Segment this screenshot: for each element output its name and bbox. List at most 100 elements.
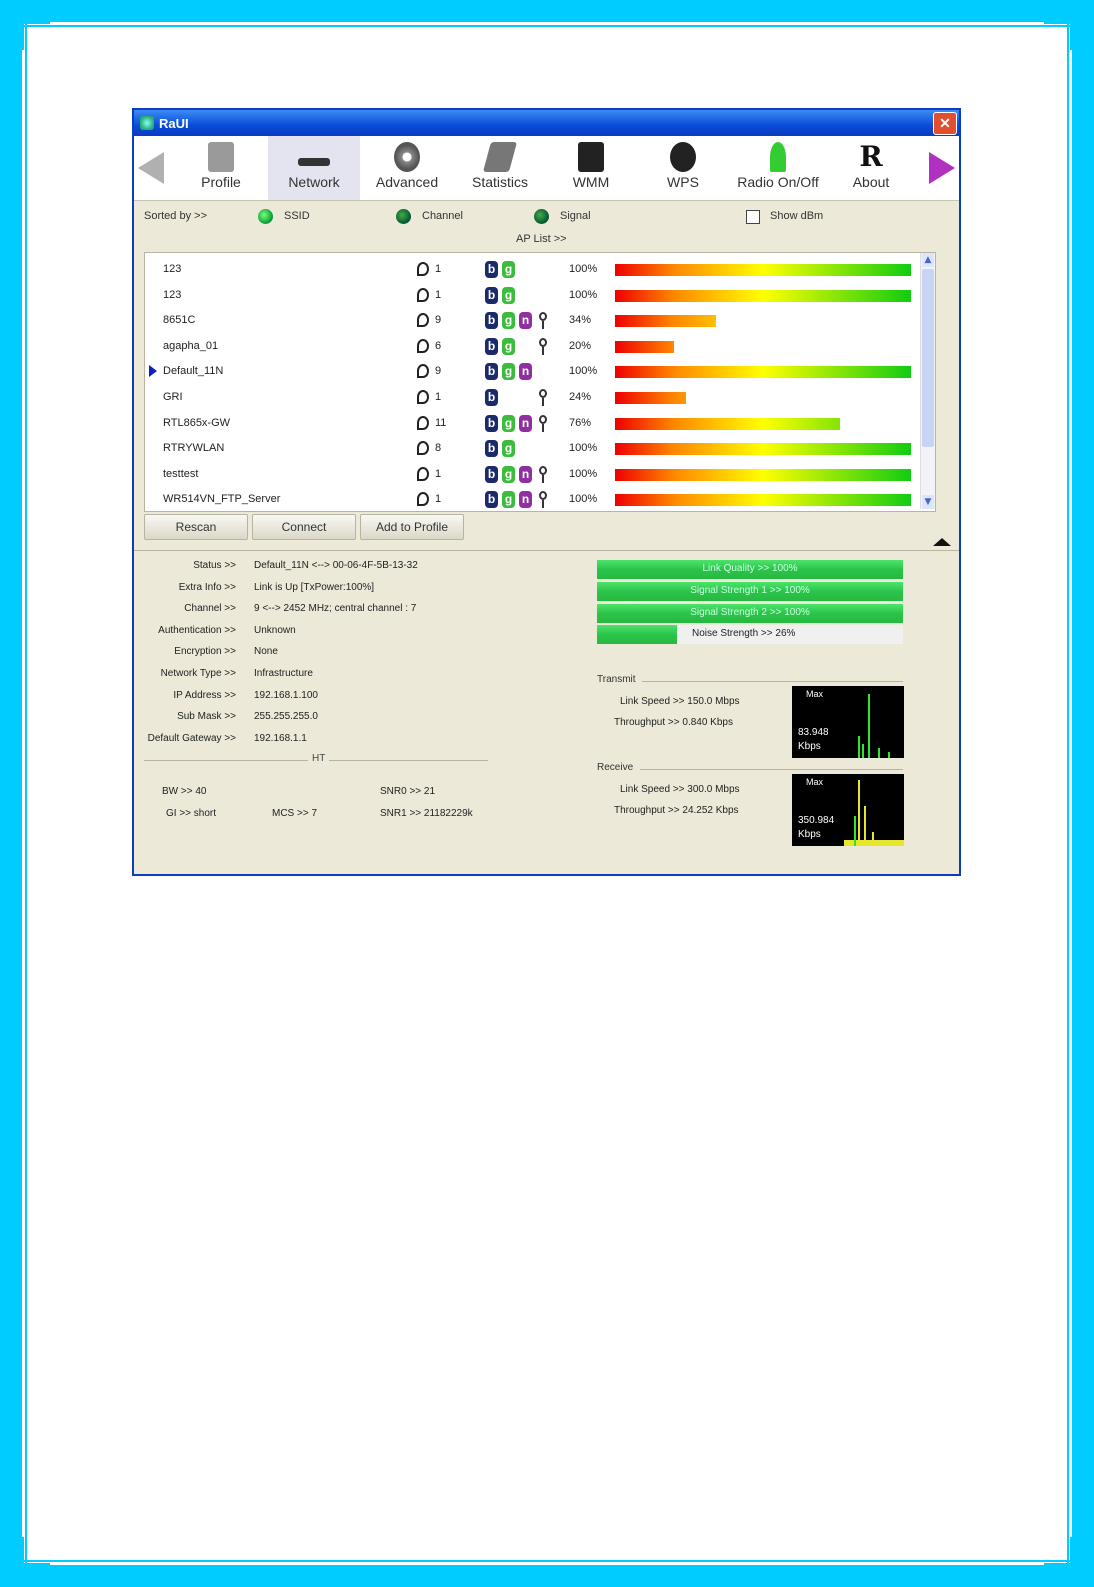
ht-mcs: MCS >> 7 [272, 808, 318, 819]
ap-ssid: WR514VN_FTP_Server [163, 493, 281, 505]
mode-b-badge: b [485, 287, 498, 304]
ap-row[interactable]: RTRYWLAN 8 b g 100% [145, 436, 921, 461]
ap-row[interactable]: Default_11N 9 b g n 100% [145, 359, 921, 384]
quality-meter: Link Quality >> 100% [597, 560, 903, 579]
frame-edge [1072, 50, 1094, 1537]
app-icon [140, 116, 154, 130]
title-bar[interactable]: RaUI ✕ [134, 110, 959, 136]
ap-list[interactable]: 123 1 b g 100% 123 1 b g 100% 8651C 9 b g n 34% agapha_0… [144, 252, 936, 512]
mode-b-badge: b [485, 338, 498, 355]
back-arrow-icon[interactable] [138, 152, 164, 184]
signal-bar [615, 264, 911, 276]
toolbar-label: WPS [667, 174, 699, 190]
scroll-down-icon[interactable]: ▼ [922, 495, 934, 509]
status-key: Channel >> [184, 603, 236, 614]
status-row: Authentication >> Unknown [140, 625, 470, 641]
signal-bar [615, 418, 840, 430]
toolbar: Profile Network Advanced Statistics WMM … [134, 136, 959, 201]
signal-bar [615, 315, 716, 327]
graph-max-label: Max [806, 689, 824, 699]
toolbar-statistics[interactable]: Statistics [454, 136, 546, 200]
signal-bar [615, 443, 911, 455]
ap-list-label: AP List >> [516, 233, 567, 245]
ap-list-scrollbar[interactable]: ▲ ▼ [920, 253, 935, 509]
scroll-up-icon[interactable]: ▲ [922, 253, 934, 267]
toolbar-about[interactable]: R About [834, 136, 908, 200]
status-value: 192.168.1.100 [254, 690, 318, 701]
lock-icon [539, 415, 547, 432]
toolbar-wps[interactable]: WPS [640, 136, 726, 200]
status-row: Default Gateway >> 192.168.1.1 [140, 733, 470, 749]
lock-icon [539, 389, 547, 406]
channel-label: Channel [422, 210, 463, 222]
meter-label: Signal Strength 2 >> 100% [690, 607, 810, 618]
ap-row[interactable]: agapha_01 6 b g 20% [145, 334, 921, 359]
receive-divider [640, 769, 903, 770]
toolbar-advanced[interactable]: Advanced [362, 136, 452, 200]
statistics-icon [482, 142, 518, 172]
ht-bw: BW >> 40 [162, 786, 207, 797]
signal-label: Signal [560, 210, 591, 222]
signal-bar [615, 469, 911, 481]
mode-b-badge: b [485, 389, 498, 406]
transmit-graph: Max 83.948 Kbps [792, 686, 904, 758]
close-button[interactable]: ✕ [933, 112, 957, 135]
frame-line [22, 25, 1072, 27]
graph-spike [844, 840, 904, 846]
mode-b-badge: b [485, 363, 498, 380]
mode-b-badge: b [485, 466, 498, 483]
status-value: Infrastructure [254, 668, 313, 679]
ap-ssid: GRI [163, 391, 183, 403]
scroll-thumb[interactable] [922, 269, 934, 447]
status-row: Extra Info >> Link is Up [TxPower:100%] [140, 582, 470, 598]
add-to-profile-button[interactable]: Add to Profile [360, 514, 464, 540]
toolbar-wmm[interactable]: WMM [548, 136, 634, 200]
ap-channel: 9 [435, 365, 442, 377]
window-title: RaUI [159, 115, 189, 131]
toolbar-radio[interactable]: Radio On/Off [728, 136, 828, 200]
rescan-button[interactable]: Rescan [144, 514, 248, 540]
status-key: Encryption >> [174, 646, 236, 657]
channel-radio[interactable] [396, 209, 411, 224]
connect-button[interactable]: Connect [252, 514, 356, 540]
ap-channel: 1 [435, 263, 442, 275]
toolbar-profile[interactable]: Profile [178, 136, 264, 200]
signal-bar [615, 366, 911, 378]
ap-channel: 1 [435, 493, 442, 505]
ap-row[interactable]: 123 1 b g 100% [145, 283, 921, 308]
ap-channel: 1 [435, 289, 442, 301]
ap-row[interactable]: GRI 1 b 24% [145, 385, 921, 410]
show-dbm-checkbox[interactable] [746, 210, 760, 224]
graph-spike [858, 780, 860, 846]
wmm-icon [578, 142, 604, 172]
show-dbm-label: Show dBm [770, 210, 824, 222]
forward-arrow-icon[interactable] [929, 152, 955, 184]
ap-channel: 8 [435, 442, 442, 454]
ht-label: HT [308, 753, 330, 764]
gear-icon [394, 142, 420, 172]
meter-label: Signal Strength 1 >> 100% [690, 585, 810, 596]
mode-b-badge: b [485, 491, 498, 508]
mode-n-badge: n [519, 466, 532, 483]
status-value: Default_11N <--> 00-06-4F-5B-13-32 [254, 560, 418, 571]
ap-row[interactable]: 123 1 b g 100% [145, 257, 921, 282]
transmit-link-speed: Link Speed >> 150.0 Mbps [620, 696, 740, 707]
collapse-arrow-icon[interactable] [933, 538, 951, 546]
ssid-radio[interactable] [258, 209, 273, 224]
ap-row[interactable]: WR514VN_FTP_Server 1 b g n 100% [145, 487, 921, 512]
channel-icon [417, 262, 429, 276]
ap-ssid: RTRYWLAN [163, 442, 225, 454]
frame-line [25, 22, 27, 1565]
graph-spike [872, 832, 874, 846]
toolbar-network[interactable]: Network [268, 136, 360, 200]
graph-spike [862, 744, 864, 758]
ap-channel: 11 [435, 417, 447, 429]
ap-row[interactable]: RTL865x-GW 11 b g n 76% [145, 411, 921, 436]
ap-row[interactable]: 8651C 9 b g n 34% [145, 308, 921, 333]
ap-signal-percent: 20% [569, 340, 592, 352]
channel-icon [417, 339, 429, 353]
signal-radio[interactable] [534, 209, 549, 224]
signal-bar [615, 392, 686, 404]
ap-row[interactable]: testtest 1 b g n 100% [145, 462, 921, 487]
status-key: Default Gateway >> [147, 733, 236, 744]
